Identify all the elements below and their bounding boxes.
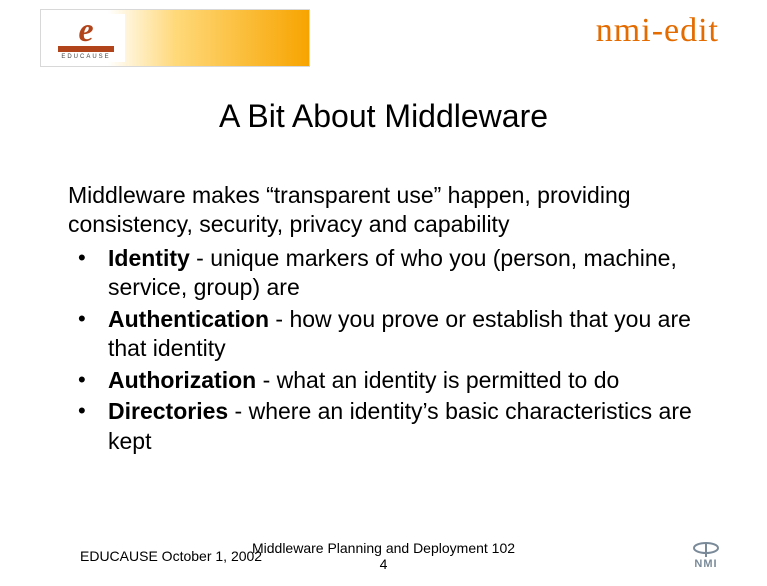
nmi-logo-icon	[689, 539, 723, 560]
footer-left: EDUCAUSE October 1, 2002	[80, 548, 262, 564]
bullet-term: Authentication	[108, 306, 269, 332]
bullet-desc: - what an identity is permitted to do	[256, 367, 619, 393]
footer-center: Middleware Planning and Deployment 102 4	[252, 540, 515, 572]
footer-right: NMI	[689, 539, 723, 570]
nmi-edit-wordmark: nmi-edit	[596, 12, 719, 50]
educause-caption: EDUCAUSE	[47, 54, 125, 60]
list-item: Directories - where an identity’s basic …	[68, 397, 699, 456]
educause-e-icon: e	[47, 16, 125, 46]
bullet-term: Authorization	[108, 367, 256, 393]
slide-header: e EDUCAUSE nmi-edit	[0, 0, 767, 70]
educause-badge: e EDUCAUSE	[47, 14, 125, 62]
bullet-term: Identity	[108, 245, 190, 271]
list-item: Identity - unique markers of who you (pe…	[68, 244, 699, 303]
slide-number: 4	[380, 556, 388, 572]
bullet-list: Identity - unique markers of who you (pe…	[68, 244, 699, 456]
educause-logo: e EDUCAUSE	[40, 9, 310, 67]
list-item: Authorization - what an identity is perm…	[68, 366, 699, 395]
slide-title: A Bit About Middleware	[0, 98, 767, 135]
slide-body: Middleware makes “transparent use” happe…	[68, 181, 699, 456]
bullet-desc: - unique markers of who you (person, mac…	[108, 245, 677, 300]
intro-text: Middleware makes “transparent use” happe…	[68, 181, 699, 240]
list-item: Authentication - how you prove or establ…	[68, 305, 699, 364]
intro-text-content: Middleware makes “transparent use” happe…	[68, 182, 631, 237]
footer-course: Middleware Planning and Deployment 102	[252, 540, 515, 556]
bullet-term: Directories	[108, 398, 228, 424]
